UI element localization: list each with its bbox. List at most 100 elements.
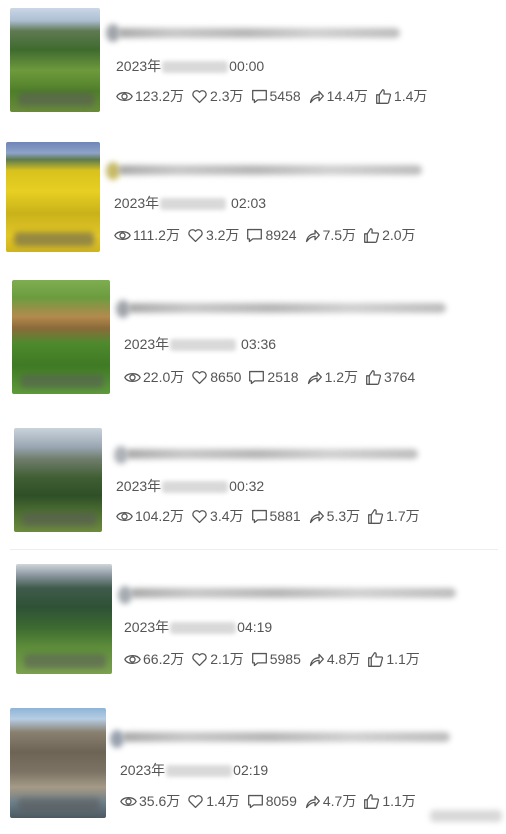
eye-icon bbox=[124, 372, 141, 382]
list-item[interactable]: 2023年 02:03 111.2万 3.2万 8924 7.5万 2.0万 bbox=[0, 140, 506, 270]
title-blur bbox=[128, 303, 446, 313]
upvotes-stat[interactable]: 2.0万 bbox=[363, 225, 416, 245]
date-mask bbox=[166, 765, 233, 778]
share-icon bbox=[309, 653, 324, 666]
comment-icon bbox=[247, 794, 263, 808]
list-item[interactable]: 2023年 00:32 104.2万 3.4万 5881 5.3万 1.7万 bbox=[0, 424, 506, 554]
views-stat: 22.0万 bbox=[124, 367, 184, 387]
comments-count: 8059 bbox=[265, 793, 297, 809]
stats-row: 123.2万 2.3万 5458 14.4万 1.4万 bbox=[116, 86, 434, 106]
date-time: 00:00 bbox=[229, 58, 265, 74]
views-stat: 66.2万 bbox=[124, 649, 184, 669]
views-stat: 104.2万 bbox=[116, 506, 184, 526]
likes-stat[interactable]: 1.4万 bbox=[187, 791, 240, 811]
upvotes-stat[interactable]: 1.1万 bbox=[363, 791, 416, 811]
comments-count: 5985 bbox=[269, 651, 301, 667]
thumbs-up-icon bbox=[368, 508, 384, 524]
comment-icon bbox=[251, 89, 267, 103]
comments-stat[interactable]: 8924 bbox=[246, 227, 297, 244]
share-icon bbox=[307, 371, 322, 384]
heart-icon bbox=[192, 370, 207, 384]
upvotes-count: 3764 bbox=[384, 369, 416, 385]
thumbnail-image[interactable] bbox=[16, 564, 112, 674]
stats-row: 66.2万 2.1万 5985 4.8万 1.1万 bbox=[124, 649, 427, 669]
upvotes-count: 1.4万 bbox=[393, 88, 428, 104]
views-count: 35.6万 bbox=[139, 793, 181, 809]
date-year: 2023年 bbox=[114, 195, 160, 211]
likes-stat[interactable]: 2.3万 bbox=[191, 86, 244, 106]
comments-stat[interactable]: 8059 bbox=[247, 793, 297, 810]
upvotes-stat[interactable]: 3764 bbox=[365, 369, 415, 386]
upvotes-stat[interactable]: 1.1万 bbox=[367, 649, 420, 669]
shares-stat[interactable]: 14.4万 bbox=[308, 86, 368, 106]
date-time: 00:32 bbox=[229, 478, 265, 494]
views-count: 104.2万 bbox=[135, 508, 185, 524]
post-date: 2023年 02:03 bbox=[114, 193, 266, 213]
views-count: 66.2万 bbox=[143, 651, 185, 667]
likes-count: 3.4万 bbox=[210, 508, 244, 524]
likes-stat[interactable]: 8650 bbox=[191, 369, 241, 386]
list-item[interactable]: 2023年 04:19 66.2万 2.1万 5985 4.8万 1.1万 bbox=[0, 562, 506, 692]
thumbnail-image[interactable] bbox=[10, 8, 100, 112]
upvotes-count: 1.7万 bbox=[386, 508, 420, 524]
comment-icon bbox=[249, 370, 265, 384]
date-mask bbox=[162, 481, 229, 494]
shares-stat[interactable]: 1.2万 bbox=[306, 367, 358, 387]
post-date: 2023年 00:00 bbox=[116, 56, 264, 76]
likes-stat[interactable]: 2.1万 bbox=[191, 649, 244, 669]
views-stat: 111.2万 bbox=[114, 225, 180, 245]
comments-stat[interactable]: 5458 bbox=[251, 88, 301, 105]
date-year: 2023年 bbox=[124, 336, 170, 352]
likes-count: 8650 bbox=[210, 369, 242, 385]
thumbs-up-icon bbox=[368, 651, 384, 667]
share-icon bbox=[309, 90, 324, 103]
shares-stat[interactable]: 5.3万 bbox=[308, 506, 360, 526]
thumbs-up-icon bbox=[375, 88, 392, 104]
date-time: 03:36 bbox=[241, 336, 277, 352]
eye-icon bbox=[124, 654, 141, 664]
heart-icon bbox=[188, 228, 203, 242]
comments-count: 8924 bbox=[265, 227, 297, 243]
likes-stat[interactable]: 3.2万 bbox=[187, 225, 239, 245]
comment-icon bbox=[247, 228, 263, 242]
comment-icon bbox=[251, 509, 267, 523]
upvotes-count: 2.0万 bbox=[382, 227, 416, 243]
eye-icon bbox=[116, 511, 133, 521]
stats-row: 111.2万 3.2万 8924 7.5万 2.0万 bbox=[114, 225, 423, 245]
views-stat: 123.2万 bbox=[116, 86, 184, 106]
comments-count: 5881 bbox=[269, 508, 301, 524]
thumbnail-image[interactable] bbox=[10, 708, 106, 818]
comments-count: 2518 bbox=[267, 369, 299, 385]
comments-stat[interactable]: 5985 bbox=[251, 651, 301, 668]
likes-stat[interactable]: 3.4万 bbox=[191, 506, 244, 526]
date-time: 04:19 bbox=[237, 619, 273, 635]
shares-stat[interactable]: 4.8万 bbox=[308, 649, 360, 669]
list-item[interactable]: 2023年 03:36 22.0万 8650 2518 1.2万 3764 bbox=[0, 278, 506, 408]
section-divider bbox=[10, 549, 498, 550]
date-year: 2023年 bbox=[124, 619, 170, 635]
views-count: 111.2万 bbox=[133, 227, 180, 243]
date-year: 2023年 bbox=[116, 478, 162, 494]
thumbnail-image[interactable] bbox=[6, 142, 100, 252]
likes-count: 3.2万 bbox=[205, 227, 240, 243]
title-blur bbox=[122, 732, 450, 742]
upvotes-count: 1.1万 bbox=[382, 793, 416, 809]
share-icon bbox=[309, 510, 324, 523]
comments-stat[interactable]: 5881 bbox=[251, 508, 301, 525]
shares-stat[interactable]: 7.5万 bbox=[304, 225, 356, 245]
thumbnail-caption-blur bbox=[14, 232, 94, 246]
upvotes-stat[interactable]: 1.7万 bbox=[367, 506, 420, 526]
thumbnail-caption-blur bbox=[20, 374, 104, 388]
date-mask bbox=[170, 622, 237, 635]
thumbnail-image[interactable] bbox=[12, 280, 110, 394]
list-item[interactable]: 2023年 00:00 123.2万 2.3万 5458 14.4万 1.4万 bbox=[0, 6, 506, 136]
upvotes-stat[interactable]: 1.4万 bbox=[375, 86, 427, 106]
date-time: 02:03 bbox=[231, 195, 267, 211]
comments-stat[interactable]: 2518 bbox=[248, 369, 299, 386]
thumbnail-image[interactable] bbox=[14, 428, 102, 532]
shares-stat[interactable]: 4.7万 bbox=[304, 791, 356, 811]
date-time: 02:19 bbox=[233, 762, 269, 778]
share-icon bbox=[305, 229, 320, 242]
date-year: 2023年 bbox=[120, 762, 166, 778]
thumbnail-caption-blur bbox=[24, 654, 106, 668]
